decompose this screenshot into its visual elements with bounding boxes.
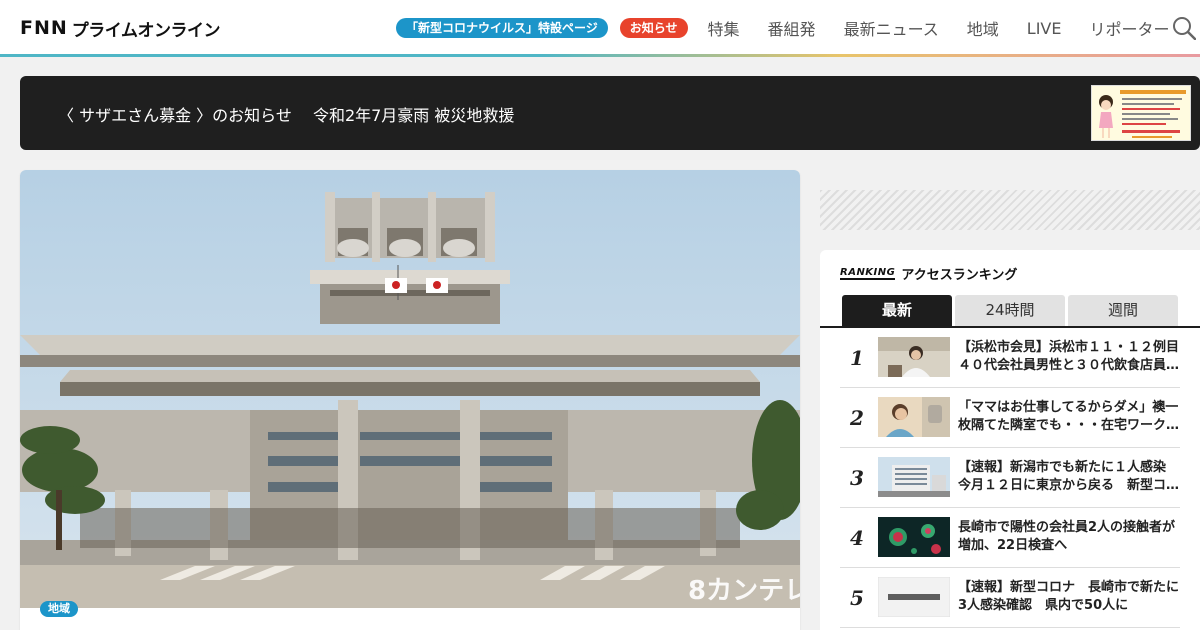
list-item[interactable]: 5 【速報】新型コロナ 長崎市で新たに3人感染確認 県内で50人に xyxy=(840,568,1180,628)
nav-item-reporter[interactable]: リポーター xyxy=(1089,16,1169,40)
ranking-label-en: RANKING xyxy=(840,267,896,280)
tab-24h[interactable]: 24時間 xyxy=(955,295,1065,326)
main-nav: 「新型コロナウイルス」特設ページ お知らせ 特集 番組発 最新ニュース 地域 L… xyxy=(396,14,1197,42)
nav-item-programs[interactable]: 番組発 xyxy=(768,16,816,40)
site-logo[interactable]: FNN プライムオンライン xyxy=(20,16,221,41)
rank-number: 4 xyxy=(850,526,864,550)
rank-number: 1 xyxy=(850,346,864,370)
rank-thumbnail xyxy=(878,457,950,497)
announcement-banner[interactable]: 〈 サザエさん募金 〉のお知らせ 令和2年7月豪雨 被災地救援 xyxy=(20,76,1200,150)
list-item[interactable]: 3 【速報】新潟市でも新たに１人感染 今月１２日に東京から戻る 新型コロナ xyxy=(840,448,1180,508)
rank-title: 【速報】新型コロナ 長崎市で新たに3人感染確認 県内で50人に xyxy=(958,580,1180,613)
nav-item-latest-news[interactable]: 最新ニュース xyxy=(844,16,939,40)
rank-title: 【浜松市会見】浜松市１１・１２例目 ４０代会社員男性と３０代飲食店員男性 xyxy=(958,340,1180,373)
rank-title: 【速報】新潟市でも新たに１人感染 今月１２日に東京から戻る 新型コロナ xyxy=(958,460,1180,493)
rank-number: 5 xyxy=(850,586,864,610)
logo-text: プライムオンライン xyxy=(71,20,221,41)
logo-fnn: FNN xyxy=(20,17,68,39)
rank-thumbnail xyxy=(878,397,950,437)
sazae-donation-thumbnail xyxy=(1091,85,1191,141)
rank-title: 長崎市で陽性の会社員2人の接触者が増加、22日検査へ xyxy=(958,520,1176,553)
ranking-list: 1 【浜松市会見】浜松市１１・１２例目 ４０代会社員男性と３０代飲食店員男性 2 xyxy=(840,328,1180,628)
access-ranking: RANKING アクセスランキング 最新 24時間 週間 1 【浜松市会見】浜松… xyxy=(820,250,1200,630)
nav-item-region[interactable]: 地域 xyxy=(967,16,999,40)
nav-item-live[interactable]: LIVE xyxy=(1027,19,1062,38)
ranking-label-ja: アクセスランキング xyxy=(901,268,1018,283)
rank-thumbnail xyxy=(878,337,950,377)
banner-text: 〈 サザエさん募金 〉のお知らせ 令和2年7月豪雨 被災地救援 xyxy=(58,106,515,125)
list-item[interactable]: 4 長崎市で陽性の会社員2人の接触者が増加、22日検査へ xyxy=(840,508,1180,568)
site-header: FNN プライムオンライン 「新型コロナウイルス」特設ページ お知らせ 特集 番… xyxy=(0,0,1200,54)
kantele-watermark: 8カンテレ xyxy=(688,576,800,606)
tab-latest[interactable]: 最新 xyxy=(842,295,952,326)
rank-number: 2 xyxy=(850,406,864,430)
rank-thumbnail xyxy=(878,577,950,617)
top-article-card[interactable]: 8カンテレ 地域 xyxy=(20,170,800,630)
region-tag[interactable]: 地域 xyxy=(40,601,78,617)
ranking-header: RANKING アクセスランキング xyxy=(840,264,1017,283)
list-item[interactable]: 1 【浜松市会見】浜松市１１・１２例目 ４０代会社員男性と３０代飲食店員男性 xyxy=(840,328,1180,388)
nav-item-features[interactable]: 特集 xyxy=(708,16,740,40)
header-accent-line xyxy=(0,54,1200,57)
notice-link[interactable]: お知らせ xyxy=(619,18,688,38)
rank-number: 3 xyxy=(850,466,864,490)
rank-title: 「ママはお仕事してるからダメ」襖一枚隔てた隣室でも・・・在宅ワーク中の母親 xyxy=(958,400,1180,433)
ad-placeholder xyxy=(820,190,1200,230)
corona-special-link[interactable]: 「新型コロナウイルス」特設ページ xyxy=(396,18,608,38)
list-item[interactable]: 2 「ママはお仕事してるからダメ」襖一枚隔てた隣室でも・・・在宅ワーク中の母親 xyxy=(840,388,1180,448)
search-icon[interactable] xyxy=(1172,16,1197,41)
ranking-tabs: 最新 24時間 週間 xyxy=(842,295,1178,326)
article-hero-image xyxy=(20,170,800,608)
rank-thumbnail xyxy=(878,517,950,557)
tab-weekly[interactable]: 週間 xyxy=(1068,295,1178,326)
